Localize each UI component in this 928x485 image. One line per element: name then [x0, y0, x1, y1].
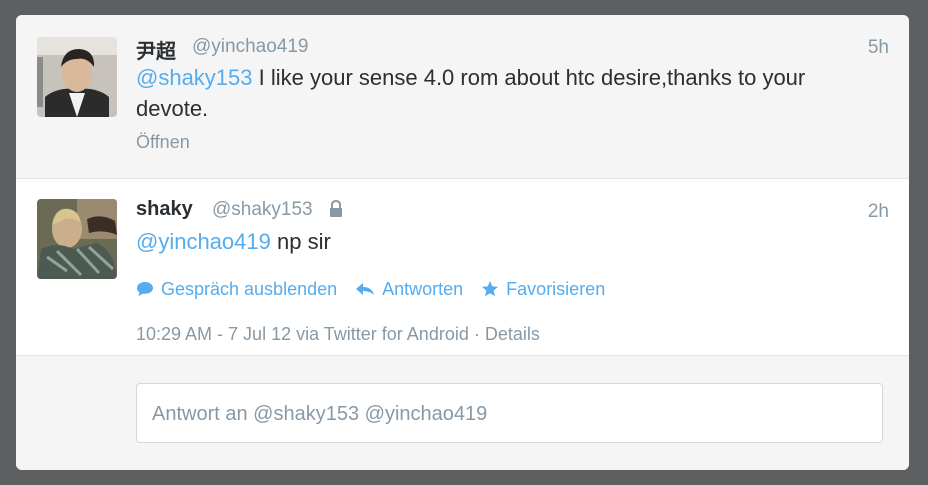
tweet-body: np sir: [270, 229, 331, 254]
reply-label: Antworten: [382, 278, 464, 299]
mention-link[interactable]: @yinchao419: [136, 229, 271, 254]
favorite-button[interactable]: Favorisieren: [481, 279, 605, 300]
main-tweet: shaky @shaky153 2h @yinchao419 np sir Ge…: [16, 179, 909, 356]
speech-bubble-icon: [137, 282, 153, 296]
author-name[interactable]: shaky: [136, 198, 193, 221]
tweet-time[interactable]: 2h: [868, 201, 889, 223]
tweet-actions: Gespräch ausblenden Antworten Favorisier…: [136, 277, 623, 301]
reply-button[interactable]: Antworten: [355, 279, 463, 300]
tweet-timestamp[interactable]: 10:29 AM - 7 Jul 12 via Twitter for Andr…: [136, 324, 469, 344]
reply-arrow-icon: [356, 283, 375, 295]
avatar[interactable]: [37, 37, 117, 117]
reply-area: Antwort an @shaky153 @yinchao419: [16, 356, 909, 470]
hide-conversation-button[interactable]: Gespräch ausblenden: [136, 279, 337, 300]
details-link[interactable]: Details: [485, 324, 540, 344]
lock-icon: [329, 199, 343, 223]
tweet-time[interactable]: 5h: [868, 37, 889, 59]
tweet-text: @shaky153 I like your sense 4.0 rom abou…: [136, 62, 836, 124]
tweet-text: @yinchao419 np sir: [136, 226, 836, 257]
open-link[interactable]: Öffnen: [136, 132, 190, 153]
mention-link[interactable]: @shaky153: [136, 65, 253, 90]
author-handle[interactable]: @shaky153: [212, 199, 313, 221]
hide-conversation-label: Gespräch ausblenden: [161, 278, 338, 299]
star-icon: [482, 281, 499, 297]
author-handle[interactable]: @yinchao419: [192, 36, 308, 58]
favorite-label: Favorisieren: [506, 278, 606, 299]
reply-input[interactable]: Antwort an @shaky153 @yinchao419: [136, 383, 883, 443]
author-name[interactable]: 尹超: [136, 35, 176, 64]
tweet-card: 尹超 @yinchao419 5h @shaky153 I like your …: [16, 15, 909, 470]
tweet-meta: 10:29 AM - 7 Jul 12 via Twitter for Andr…: [136, 324, 540, 345]
meta-separator: ·: [473, 324, 480, 344]
avatar[interactable]: [37, 199, 117, 279]
parent-tweet[interactable]: 尹超 @yinchao419 5h @shaky153 I like your …: [16, 15, 909, 179]
